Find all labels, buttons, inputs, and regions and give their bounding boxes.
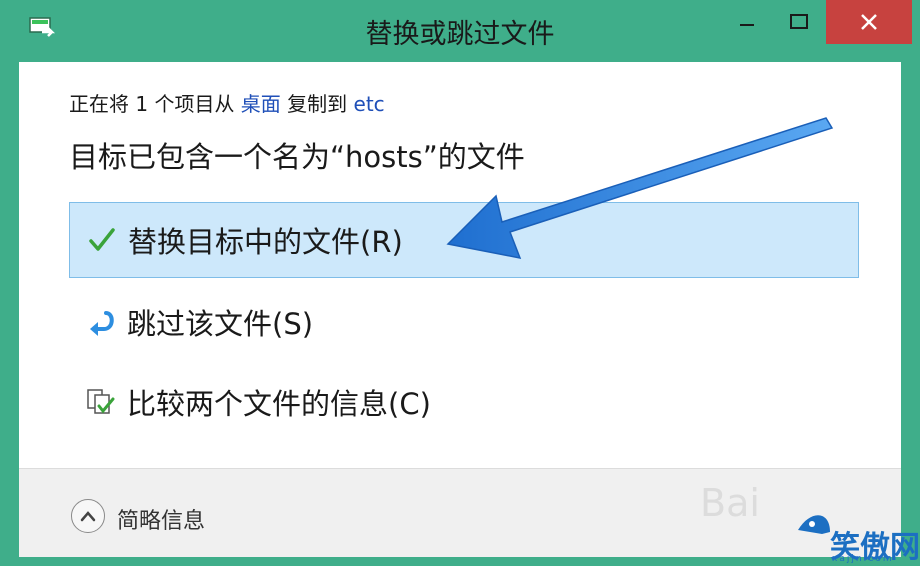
replace-file-label: 替换目标中的文件(R) (128, 225, 403, 259)
close-button[interactable] (826, 0, 912, 44)
close-icon (861, 14, 877, 30)
conflict-heading: 目标已包含一个名为“hosts”的文件 (69, 140, 525, 174)
destination-link[interactable]: etc (354, 92, 385, 116)
svg-text:Bai: Bai (700, 481, 760, 525)
copy-status-line: 正在将 1 个项目从 桌面 复制到 etc (69, 88, 385, 117)
copy-middle: 复制到 (280, 92, 354, 116)
compare-files-option[interactable]: 比较两个文件的信息(C) (69, 364, 859, 440)
minimize-button[interactable] (724, 0, 770, 44)
minimize-icon (740, 24, 754, 26)
title-bar[interactable]: 替换或跳过文件 (0, 0, 920, 62)
maximize-icon (790, 14, 808, 29)
maximize-button[interactable] (776, 0, 822, 44)
compare-files-icon (83, 384, 119, 420)
checkmark-icon (84, 222, 120, 258)
fewer-details-label[interactable]: 简略信息 (117, 503, 205, 535)
watermark-subtext: xajjn.com (832, 554, 894, 564)
source-link[interactable]: 桌面 (241, 92, 281, 116)
skip-file-label: 跳过该文件(S) (127, 307, 314, 341)
replace-skip-dialog: 替换或跳过文件 正在将 1 个项目从 桌面 复制到 etc 目标已包含一个名为“… (0, 0, 920, 566)
chevron-up-icon (80, 511, 96, 522)
skip-arrow-icon (83, 304, 119, 340)
compare-files-label: 比较两个文件的信息(C) (127, 387, 431, 421)
replace-file-option[interactable]: 替换目标中的文件(R) (69, 202, 859, 278)
dialog-content: 正在将 1 个项目从 桌面 复制到 etc 目标已包含一个名为“hosts”的文… (19, 62, 901, 498)
copy-prefix: 正在将 1 个项目从 (69, 92, 241, 116)
collapse-details-button[interactable] (71, 499, 105, 533)
skip-file-option[interactable]: 跳过该文件(S) (69, 284, 859, 360)
